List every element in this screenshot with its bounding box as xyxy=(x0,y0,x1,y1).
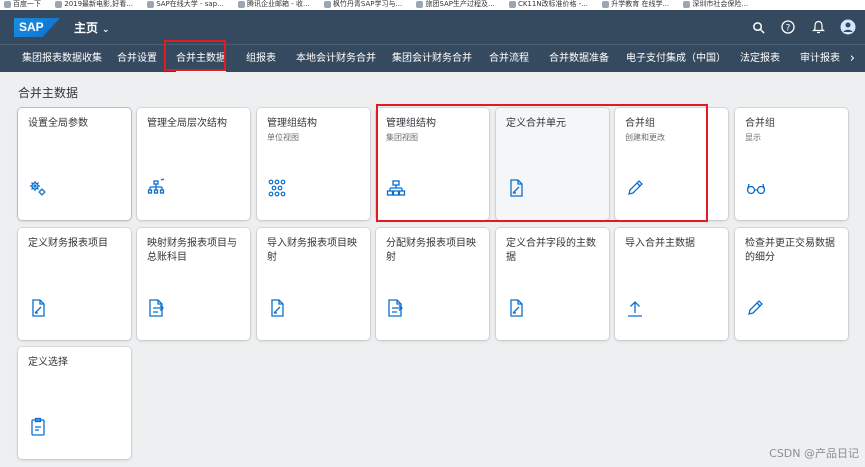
tile-define-field-master-data[interactable]: 定义合并字段的主数据 xyxy=(496,228,609,340)
tile-global-hierarchy[interactable]: 管理全局层次结构 xyxy=(137,108,250,220)
shell-title[interactable]: 主页 ⌄ xyxy=(74,19,110,36)
tab-consolidation-settings[interactable]: 合并设置 xyxy=(117,45,157,72)
tile-import-master-data[interactable]: 导入合并主数据 xyxy=(615,228,728,340)
tab-consolidation-process[interactable]: 合并流程 xyxy=(489,45,529,72)
tile-title: 分配财务报表项目映射 xyxy=(386,238,476,263)
gear-icon xyxy=(28,178,48,198)
glasses-icon xyxy=(745,178,766,198)
tile-define-fs-items[interactable]: 定义财务报表项目 xyxy=(18,228,131,340)
tile-title: 导入合并主数据 xyxy=(625,238,695,249)
tab-local-accounting[interactable]: 本地会计财务合并 xyxy=(296,45,376,72)
bookmark-item[interactable]: 旅团SAP生产过程及... xyxy=(412,0,495,9)
bookmark-icon xyxy=(323,1,331,8)
document-edit-icon xyxy=(506,298,526,318)
tab-payment-integration[interactable]: 电子支付集成（中国） xyxy=(626,45,726,72)
tab-group-accounting[interactable]: 集团会计财务合并 xyxy=(392,45,472,72)
tile-title: 管理组结构 xyxy=(267,118,317,129)
bookmark-item[interactable]: 升学教育 在线学... xyxy=(598,0,669,9)
bookmark-icon xyxy=(4,1,11,8)
tab-audit-reports[interactable]: 审计报表 xyxy=(800,45,840,72)
tile-title: 检查并更正交易数据的细分 xyxy=(745,238,835,263)
bookmark-icon xyxy=(602,1,610,8)
document-edit-icon xyxy=(28,298,48,318)
tile-check-transaction-breakdown[interactable]: 检查并更正交易数据的细分 xyxy=(735,228,848,340)
bookmark-icon xyxy=(683,1,691,8)
chevron-down-icon: ⌄ xyxy=(102,25,110,35)
tab-data-preparation[interactable]: 合并数据准备 xyxy=(549,45,609,72)
bookmark-icon xyxy=(508,1,516,8)
search-icon[interactable] xyxy=(749,18,767,36)
tile-manage-group-structure-unit[interactable]: 管理组结构 单位视图 xyxy=(257,108,370,220)
tile-title: 管理全局层次结构 xyxy=(147,118,227,129)
tile-define-selection[interactable]: 定义选择 xyxy=(18,347,131,459)
shell-title-text: 主页 xyxy=(74,21,99,35)
pencil-icon xyxy=(745,298,765,318)
document-map-icon xyxy=(386,298,406,318)
bookmarks-bar: 百度一下 2019最新电影,好看... SAP在线大学 - sap... 腾讯企… xyxy=(0,0,865,10)
tile-title: 导入财务报表项目映射 xyxy=(267,238,357,263)
bookmark-item[interactable]: 2019最新电影,好看... xyxy=(51,0,133,9)
upload-icon xyxy=(625,298,645,318)
bookmark-item[interactable]: 深圳市社会保险... xyxy=(679,0,748,9)
avatar-icon[interactable] xyxy=(839,18,857,36)
tile-title: 合并组 xyxy=(745,118,775,129)
bell-icon[interactable] xyxy=(809,18,827,36)
hierarchy-icon xyxy=(147,178,167,198)
bookmark-item[interactable]: SAP在线大学 - sap... xyxy=(143,0,224,9)
clipboard-icon xyxy=(28,417,48,437)
bookmark-icon xyxy=(55,1,63,8)
tile-title: 定义合并字段的主数据 xyxy=(506,238,596,263)
document-map-icon xyxy=(147,298,167,318)
tab-group-reports[interactable]: 组报表 xyxy=(246,45,276,72)
tile-title: 定义财务报表项目 xyxy=(28,238,108,249)
tab-bar: 集团报表数据收集 合并设置 合并主数据 组报表 本地会计财务合并 集团会计财务合… xyxy=(0,44,865,72)
tile-import-fs-mapping[interactable]: 导入财务报表项目映射 xyxy=(257,228,370,340)
bookmark-item[interactable]: CK11N改标准价格 -... xyxy=(505,0,588,9)
bookmark-item[interactable]: 枫竹丹青SAP学习与... xyxy=(320,0,402,9)
bookmark-item[interactable]: 百度一下 xyxy=(0,0,41,9)
document-edit-icon xyxy=(267,298,287,318)
bookmark-icon xyxy=(238,1,246,8)
tile-map-fs-items-gl[interactable]: 映射财务报表项目与总账科目 xyxy=(137,228,250,340)
bookmark-icon xyxy=(147,1,155,8)
bookmark-item[interactable]: 腾讯企业邮箱 - 收... xyxy=(234,0,310,9)
section-title: 合并主数据 xyxy=(18,86,79,100)
tile-subtitle: 显示 xyxy=(745,133,761,142)
svg-text:?: ? xyxy=(786,24,791,34)
tile-title: 设置全局参数 xyxy=(28,118,88,129)
tab-group-report-data[interactable]: 集团报表数据收集 xyxy=(22,45,102,72)
chevron-right-icon[interactable]: › xyxy=(850,45,855,72)
tile-assign-fs-mapping[interactable]: 分配财务报表项目映射 xyxy=(376,228,489,340)
tile-title: 定义选择 xyxy=(28,357,68,368)
tile-subtitle: 单位视图 xyxy=(267,133,299,142)
tab-statutory-reports[interactable]: 法定报表 xyxy=(740,45,780,72)
tile-consolidation-group-display[interactable]: 合并组 显示 xyxy=(735,108,848,220)
shell-bar: SAP 主页 ⌄ ? xyxy=(0,10,865,44)
tile-set-global-params[interactable]: 设置全局参数 xyxy=(18,108,131,220)
watermark: CSDN @产品日记 xyxy=(769,447,859,460)
tile-title: 映射财务报表项目与总账科目 xyxy=(147,238,237,263)
bookmark-icon xyxy=(416,1,424,8)
network-icon xyxy=(267,178,287,198)
sap-logo[interactable]: SAP xyxy=(14,18,60,37)
highlight-box-tab xyxy=(164,40,226,71)
highlight-box-tiles xyxy=(376,104,708,222)
help-icon[interactable]: ? xyxy=(779,18,797,36)
